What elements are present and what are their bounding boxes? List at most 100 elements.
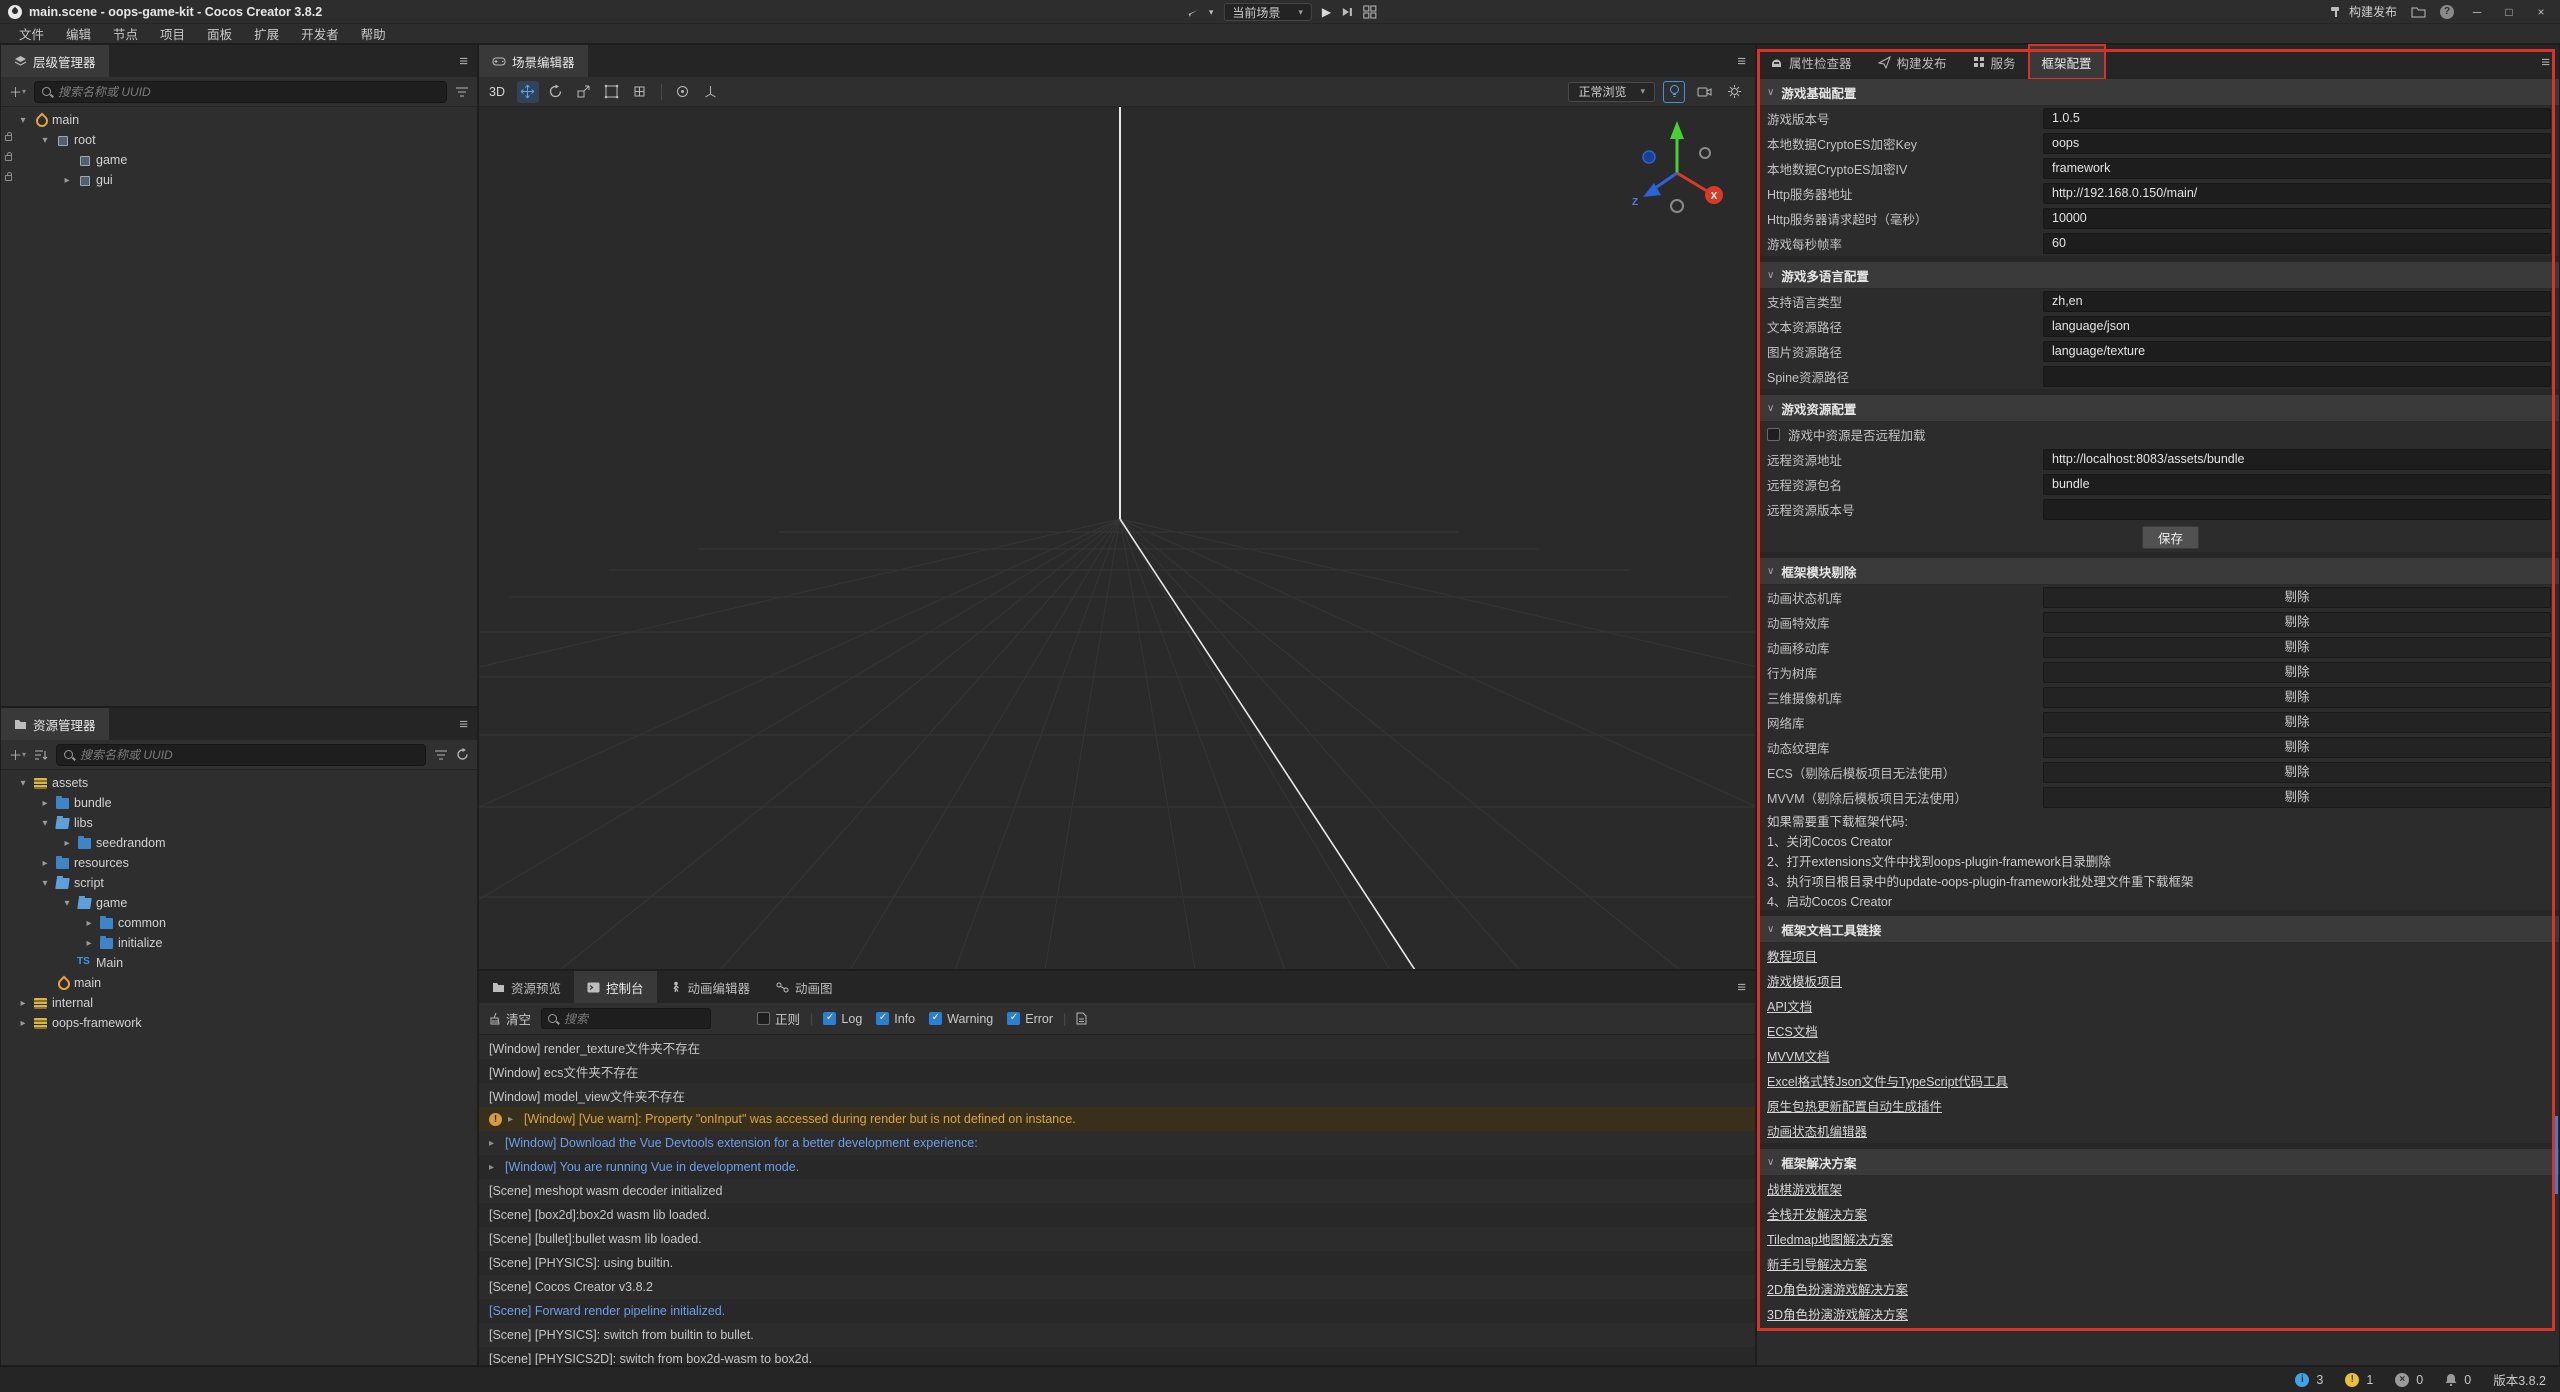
filter-error[interactable]: Error bbox=[1007, 1012, 1053, 1026]
doc-link[interactable]: 新手引导解决方案 bbox=[1767, 1254, 1867, 1273]
layout-grid-icon[interactable] bbox=[1363, 5, 1377, 19]
help-icon[interactable]: ? bbox=[2440, 5, 2454, 19]
log-row[interactable]: [Window] ecs文件夹不存在 bbox=[479, 1059, 1755, 1083]
menu-item-节点[interactable]: 节点 bbox=[102, 24, 149, 43]
move-tool-icon[interactable] bbox=[517, 81, 539, 103]
tab-scene-editor[interactable]: 场景编辑器 bbox=[479, 45, 588, 77]
log-row[interactable]: [Scene] [PHYSICS2D]: switch from box2d-w… bbox=[479, 1347, 1755, 1365]
assets-item-seedrandom[interactable]: ▸seedrandom bbox=[1, 833, 477, 853]
log-row[interactable]: [Scene] [PHYSICS]: using builtin. bbox=[479, 1251, 1755, 1275]
assets-search-input[interactable] bbox=[78, 747, 418, 763]
field-input[interactable]: zh,en bbox=[2043, 291, 2551, 312]
inspector-menu-icon[interactable]: ≡ bbox=[2541, 54, 2550, 71]
bell-icon[interactable] bbox=[2445, 1373, 2457, 1386]
export-log-icon[interactable] bbox=[1076, 1012, 1087, 1025]
section-header-1[interactable]: ∨游戏多语言配置 bbox=[1757, 262, 2559, 289]
view-mode-dropdown[interactable]: 正常浏览 ▾ bbox=[1568, 82, 1655, 102]
warning-count-icon[interactable]: ! bbox=[2345, 1373, 2359, 1387]
sort-assets-icon[interactable] bbox=[34, 749, 48, 761]
log-row[interactable]: [Scene] meshopt wasm decoder initialized bbox=[479, 1179, 1755, 1203]
close-button[interactable]: × bbox=[2532, 5, 2550, 19]
section-header-5[interactable]: ∨框架解决方案 bbox=[1757, 1149, 2559, 1176]
section-header-3[interactable]: ∨框架模块剔除 bbox=[1757, 558, 2559, 585]
hierarchy-search-input[interactable] bbox=[56, 84, 439, 100]
log-row[interactable]: [Scene] [box2d]:box2d wasm lib loaded. bbox=[479, 1203, 1755, 1227]
assets-search[interactable] bbox=[56, 744, 426, 766]
doc-link[interactable]: 游戏模板项目 bbox=[1767, 971, 1842, 990]
log-row[interactable]: [Scene] [PHYSICS]: switch from builtin t… bbox=[479, 1323, 1755, 1347]
assets-item-oops-framework[interactable]: ▸oops-framework bbox=[1, 1013, 477, 1033]
hierarchy-item-gui[interactable]: ▸gui bbox=[1, 170, 477, 190]
console-search-input[interactable] bbox=[562, 1011, 721, 1027]
log-row[interactable]: [Scene] [bullet]:bullet wasm lib loaded. bbox=[479, 1227, 1755, 1251]
caret-icon[interactable]: ▾ bbox=[39, 135, 51, 146]
transform-gizmo-icon[interactable] bbox=[629, 81, 651, 103]
assets-filter-icon[interactable] bbox=[434, 749, 448, 761]
section-header-0[interactable]: ∨游戏基础配置 bbox=[1757, 79, 2559, 106]
assets-item-internal[interactable]: ▸internal bbox=[1, 993, 477, 1013]
doc-link[interactable]: Tiledmap地图解决方案 bbox=[1767, 1229, 1893, 1248]
tab-animation-editor[interactable]: 动画编辑器 bbox=[657, 971, 764, 1003]
maximize-button[interactable]: □ bbox=[2500, 5, 2518, 19]
field-input[interactable]: language/texture bbox=[2043, 341, 2551, 362]
rotate-tool-icon[interactable] bbox=[545, 81, 567, 103]
tab-animation-graph[interactable]: 动画图 bbox=[763, 971, 846, 1003]
remove-button[interactable]: 剔除 bbox=[2043, 612, 2551, 633]
remove-button[interactable]: 剔除 bbox=[2043, 687, 2551, 708]
assets-item-main[interactable]: Main bbox=[1, 953, 477, 973]
hierarchy-filter-icon[interactable] bbox=[455, 86, 469, 98]
remove-button[interactable]: 剔除 bbox=[2043, 587, 2551, 608]
assets-item-resources[interactable]: ▸resources bbox=[1, 853, 477, 873]
caret-icon[interactable]: ▾ bbox=[39, 878, 51, 889]
minimize-button[interactable]: ─ bbox=[2468, 5, 2486, 19]
log-row[interactable]: [Scene] Cocos Creator v3.8.2 bbox=[479, 1275, 1755, 1299]
expand-chevron-icon[interactable]: ▸ bbox=[508, 1114, 518, 1125]
assets-item-main[interactable]: main bbox=[1, 973, 477, 993]
tab-asset-preview[interactable]: 资源预览 bbox=[479, 971, 574, 1003]
field-input[interactable] bbox=[2043, 499, 2551, 520]
assets-item-script[interactable]: ▾script bbox=[1, 873, 477, 893]
tab-hierarchy[interactable]: 层级管理器 bbox=[1, 45, 109, 77]
doc-link[interactable]: 战棋游戏框架 bbox=[1767, 1179, 1842, 1198]
doc-link[interactable]: 原生包热更新配置自动生成插件 bbox=[1767, 1096, 1942, 1115]
doc-link[interactable]: API文档 bbox=[1767, 996, 1812, 1015]
doc-link[interactable]: Excel格式转Json文件与TypeScript代码工具 bbox=[1767, 1071, 2008, 1090]
camera-settings-icon[interactable] bbox=[1693, 81, 1715, 103]
build-publish-button[interactable]: 构建发布 bbox=[2330, 3, 2397, 20]
add-node-button[interactable]: ＋▾ bbox=[9, 82, 26, 101]
assets-menu-icon[interactable]: ≡ bbox=[459, 716, 468, 733]
doc-link[interactable]: MVVM文档 bbox=[1767, 1046, 1830, 1065]
pivot-toggle-icon[interactable] bbox=[672, 81, 694, 103]
caret-icon[interactable]: ▸ bbox=[61, 175, 73, 186]
remove-button[interactable]: 剔除 bbox=[2043, 712, 2551, 733]
info-count-icon[interactable]: i bbox=[2295, 1373, 2309, 1387]
checkbox-input[interactable] bbox=[1767, 428, 1780, 441]
hierarchy-item-root[interactable]: ▾root bbox=[1, 130, 477, 150]
scene-menu-icon[interactable]: ≡ bbox=[1737, 53, 1746, 70]
filter-warning[interactable]: Warning bbox=[929, 1012, 993, 1026]
preview-platform-icon[interactable] bbox=[1183, 6, 1199, 18]
hierarchy-search[interactable] bbox=[34, 81, 447, 103]
filter-info[interactable]: Info bbox=[876, 1012, 915, 1026]
folder-icon[interactable] bbox=[2411, 6, 2426, 18]
caret-icon[interactable]: ▸ bbox=[17, 1018, 29, 1029]
caret-icon[interactable]: ▾ bbox=[17, 115, 29, 126]
doc-link[interactable]: 全栈开发解决方案 bbox=[1767, 1204, 1867, 1223]
add-asset-button[interactable]: ＋▾ bbox=[9, 745, 26, 764]
caret-icon[interactable]: ▾ bbox=[61, 898, 73, 909]
scale-tool-icon[interactable] bbox=[573, 81, 595, 103]
regex-checkbox[interactable]: 正则 bbox=[757, 1009, 800, 1028]
console-search[interactable] bbox=[541, 1008, 711, 1029]
remove-button[interactable]: 剔除 bbox=[2043, 762, 2551, 783]
remove-button[interactable]: 剔除 bbox=[2043, 662, 2551, 683]
assets-item-initialize[interactable]: ▸initialize bbox=[1, 933, 477, 953]
log-row[interactable]: ▸[Window] Download the Vue Devtools exte… bbox=[479, 1131, 1755, 1155]
preview-platform-caret-icon[interactable]: ▾ bbox=[1209, 7, 1214, 18]
log-row[interactable]: ▸[Window] You are running Vue in develop… bbox=[479, 1155, 1755, 1179]
section-header-4[interactable]: ∨框架文档工具链接 bbox=[1757, 916, 2559, 943]
menu-item-编辑[interactable]: 编辑 bbox=[55, 24, 102, 43]
hierarchy-menu-icon[interactable]: ≡ bbox=[459, 53, 468, 70]
field-input[interactable]: oops bbox=[2043, 133, 2551, 154]
tab-services[interactable]: 服务 bbox=[1960, 45, 2029, 79]
expand-chevron-icon[interactable]: ▸ bbox=[489, 1162, 499, 1173]
